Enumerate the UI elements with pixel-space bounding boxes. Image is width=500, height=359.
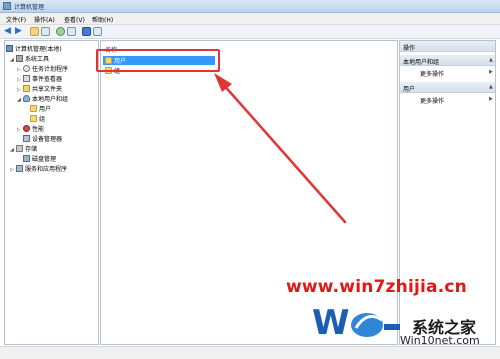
actions-title: 操作 bbox=[400, 41, 495, 52]
actions-pane: 操作 本地用户和组 ▲ 更多操作 ▶ 用户 ▲ 更多操作 ▶ bbox=[399, 40, 496, 345]
status-bar bbox=[0, 346, 500, 359]
actions-section-users[interactable]: 用户 ▲ bbox=[400, 82, 495, 93]
svg-text:W: W bbox=[312, 303, 350, 342]
section-label: 用户 bbox=[403, 86, 416, 93]
section-label: 本地用户和组 bbox=[403, 59, 440, 66]
actions-section-local-users-groups[interactable]: 本地用户和组 ▲ bbox=[400, 55, 495, 66]
action-more-actions-2[interactable]: 更多操作 bbox=[420, 96, 444, 105]
watermark-url: www.win7zhijia.cn bbox=[286, 277, 467, 297]
submenu-arrow-icon: ▶ bbox=[489, 96, 493, 102]
action-more-actions-1[interactable]: 更多操作 bbox=[420, 69, 444, 78]
collapse-arrow-icon[interactable]: ▲ bbox=[489, 84, 493, 90]
collapse-arrow-icon[interactable]: ▲ bbox=[489, 57, 493, 63]
watermark-domain: Win10net.com bbox=[400, 334, 480, 347]
submenu-arrow-icon: ▶ bbox=[489, 69, 493, 75]
watermark-logo: W bbox=[312, 303, 400, 342]
